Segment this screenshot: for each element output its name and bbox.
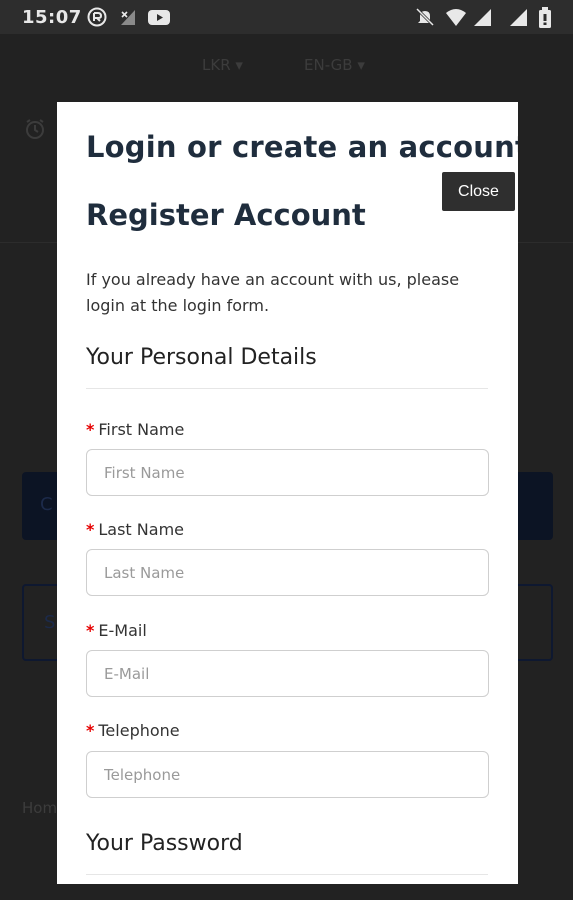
youtube-icon	[148, 10, 170, 25]
required-marker: *	[86, 621, 95, 640]
email-input[interactable]	[86, 650, 489, 697]
alarm-clock-icon	[26, 119, 44, 139]
required-marker: *	[86, 520, 95, 539]
last-name-input[interactable]	[86, 549, 489, 596]
register-title: Register Account	[86, 198, 366, 232]
intro-text: If you already have an account with us, …	[86, 270, 460, 315]
mute-icon	[415, 7, 435, 27]
battery-icon	[539, 7, 551, 28]
signal-icon	[474, 9, 491, 26]
required-marker: *	[86, 420, 95, 439]
telephone-input[interactable]	[86, 751, 489, 798]
legend-divider	[86, 388, 488, 389]
password-divider	[86, 874, 488, 875]
language-selector: EN-GB ▾	[304, 56, 365, 74]
clock: 15:07	[22, 7, 82, 28]
login-modal: Login or create an account Close Registe…	[57, 102, 518, 884]
wifi-icon	[446, 9, 466, 26]
required-marker: *	[86, 721, 95, 740]
currency-selector: LKR ▾	[202, 56, 243, 74]
modal-title: Login or create an account	[86, 130, 518, 164]
status-bar: 15:07	[0, 0, 573, 34]
signal-icon	[510, 9, 527, 26]
personal-details-legend: Your Personal Details	[86, 345, 317, 370]
last-name-label: * Last Name	[86, 520, 184, 539]
email-label: * E-Mail	[86, 621, 147, 640]
at-sign-icon	[87, 7, 107, 27]
no-signal-icon	[121, 10, 135, 25]
first-name-label: * First Name	[86, 420, 185, 439]
password-legend: Your Password	[86, 831, 243, 856]
telephone-label: * Telephone	[86, 721, 180, 740]
breadcrumb: Hom	[22, 799, 58, 817]
close-button[interactable]: Close	[442, 172, 515, 211]
first-name-input[interactable]	[86, 449, 489, 496]
